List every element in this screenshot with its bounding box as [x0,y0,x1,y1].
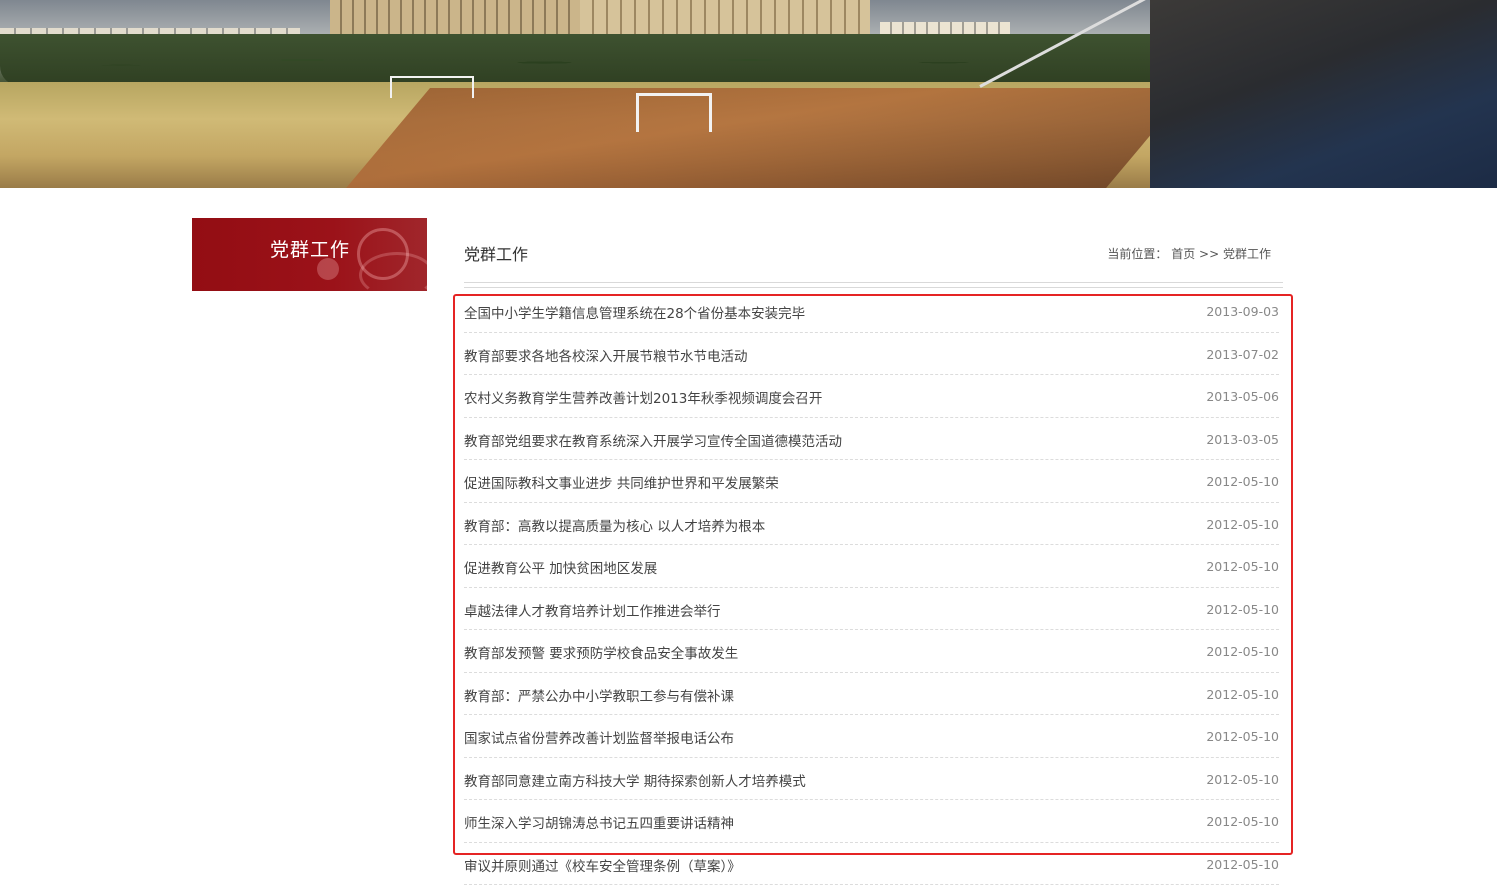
list-item: 教育部党组要求在教育系统深入开展学习宣传全国道德模范活动 2013-03-05 [464,418,1279,461]
list-item: 教育部同意建立南方科技大学 期待探索创新人才培养模式 2012-05-10 [464,758,1279,801]
article-date: 2012-05-10 [1206,517,1279,532]
article-date: 2012-05-10 [1206,814,1279,829]
breadcrumb-prefix: 当前位置： [1107,247,1167,261]
page-title: 党群工作 [464,241,528,265]
sidebar-title: 党群工作 [270,235,350,262]
article-date: 2012-05-10 [1206,644,1279,659]
article-date: 2012-05-10 [1206,772,1279,787]
article-date: 2012-05-10 [1206,474,1279,489]
article-link[interactable]: 教育部同意建立南方科技大学 期待探索创新人才培养模式 [464,770,806,790]
article-list: 全国中小学生学籍信息管理系统在28个省份基本安装完毕 2013-09-03 教育部… [464,290,1279,885]
breadcrumb-home-link[interactable]: 首页 [1171,247,1195,261]
list-item: 促进国际教科文事业进步 共同维护世界和平发展繁荣 2012-05-10 [464,460,1279,503]
breadcrumb-separator: >> [1199,247,1219,261]
article-link[interactable]: 审议并原则通过《校车安全管理条例（草案）》 [464,855,741,875]
article-link[interactable]: 教育部要求各地各校深入开展节粮节水节电活动 [464,345,748,365]
list-item: 教育部：严禁公办中小学教职工参与有偿补课 2012-05-10 [464,673,1279,716]
article-date: 2012-05-10 [1206,729,1279,744]
banner-image [0,0,1497,188]
list-item: 促进教育公平 加快贫困地区发展 2012-05-10 [464,545,1279,588]
list-item: 审议并原则通过《校车安全管理条例（草案）》 2012-05-10 [464,843,1279,885]
list-item: 教育部要求各地各校深入开展节粮节水节电活动 2013-07-02 [464,333,1279,376]
list-item: 全国中小学生学籍信息管理系统在28个省份基本安装完毕 2013-09-03 [464,290,1279,333]
article-link[interactable]: 农村义务教育学生营养改善计划2013年秋季视频调度会召开 [464,387,822,407]
breadcrumb: 当前位置： 首页 >> 党群工作 [1107,245,1271,262]
list-item: 国家试点省份营养改善计划监督举报电话公布 2012-05-10 [464,715,1279,758]
article-link[interactable]: 教育部党组要求在教育系统深入开展学习宣传全国道德模范活动 [464,430,842,450]
article-link[interactable]: 全国中小学生学籍信息管理系统在28个省份基本安装完毕 [464,302,805,322]
sidebar-title-block: 党群工作 [192,218,427,291]
article-date: 2013-09-03 [1206,304,1279,319]
article-date: 2013-03-05 [1206,432,1279,447]
list-item: 师生深入学习胡锦涛总书记五四重要讲话精神 2012-05-10 [464,800,1279,843]
list-item: 教育部发预警 要求预防学校食品安全事故发生 2012-05-10 [464,630,1279,673]
article-link[interactable]: 国家试点省份营养改善计划监督举报电话公布 [464,727,734,747]
article-date: 2012-05-10 [1206,559,1279,574]
article-link[interactable]: 教育部：高教以提高质量为核心 以人才培养为根本 [464,515,765,535]
article-link[interactable]: 促进教育公平 加快贫困地区发展 [464,557,657,577]
article-link[interactable]: 教育部发预警 要求预防学校食品安全事故发生 [464,642,738,662]
article-date: 2012-05-10 [1206,687,1279,702]
article-date: 2012-05-10 [1206,857,1279,872]
article-link[interactable]: 卓越法律人才教育培养计划工作推进会举行 [464,600,721,620]
article-link[interactable]: 促进国际教科文事业进步 共同维护世界和平发展繁荣 [464,472,779,492]
article-date: 2013-07-02 [1206,347,1279,362]
article-date: 2013-05-06 [1206,389,1279,404]
list-item: 教育部：高教以提高质量为核心 以人才培养为根本 2012-05-10 [464,503,1279,546]
list-item: 农村义务教育学生营养改善计划2013年秋季视频调度会召开 2013-05-06 [464,375,1279,418]
article-link[interactable]: 师生深入学习胡锦涛总书记五四重要讲话精神 [464,812,734,832]
title-divider [464,282,1283,288]
breadcrumb-current-link[interactable]: 党群工作 [1223,247,1271,261]
article-link[interactable]: 教育部：严禁公办中小学教职工参与有偿补课 [464,685,734,705]
list-item: 卓越法律人才教育培养计划工作推进会举行 2012-05-10 [464,588,1279,631]
article-date: 2012-05-10 [1206,602,1279,617]
